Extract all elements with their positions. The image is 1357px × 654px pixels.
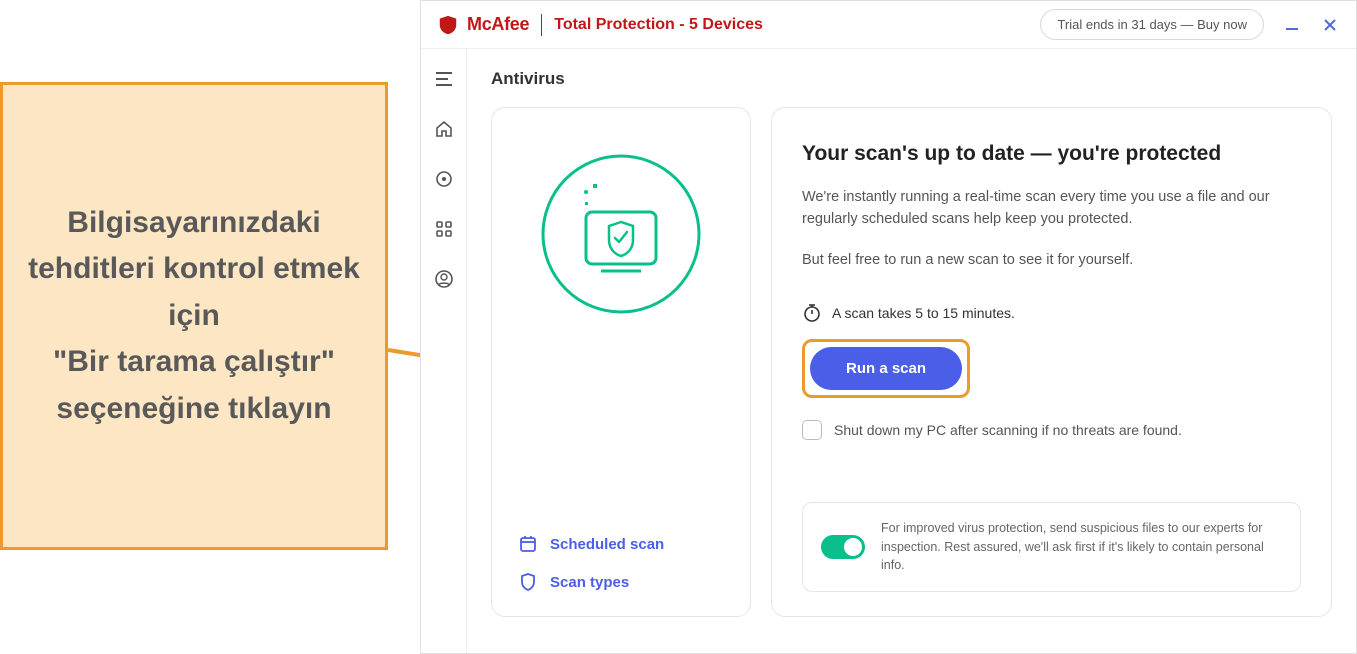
scan-status-heading: Your scan's up to date — you're protecte… [802,142,1301,166]
mcafee-shield-icon [437,14,459,36]
product-name: Total Protection - 5 Devices [554,16,763,34]
scan-types-link[interactable]: Scan types [518,572,730,592]
app-window: McAfee Total Protection - 5 Devices Tria… [420,0,1357,654]
scan-time-text: A scan takes 5 to 15 minutes. [832,305,1015,321]
home-icon[interactable] [430,115,458,143]
protection-illustration [531,144,711,324]
scan-status-para2: But feel free to run a new scan to see i… [802,249,1301,271]
annotation-callout: Bilgisayarınızdaki tehditleri kontrol et… [0,82,388,550]
minimize-button[interactable] [1282,15,1302,35]
page-title: Antivirus [491,69,1332,89]
scan-illustration-card: Scheduled scan Scan types [491,107,751,617]
run-scan-highlight: Run a scan [802,339,970,398]
account-icon[interactable] [430,265,458,293]
run-scan-button[interactable]: Run a scan [810,347,962,390]
callout-text: Bilgisayarınızdaki tehditleri kontrol et… [27,200,361,433]
brand-name: McAfee [467,14,529,35]
main-content: Antivirus [467,49,1356,653]
menu-icon[interactable] [430,65,458,93]
shutdown-checkbox-label: Shut down my PC after scanning if no thr… [834,422,1182,438]
scheduled-scan-label: Scheduled scan [550,536,664,553]
scan-status-card: Your scan's up to date — you're protecte… [771,107,1332,617]
send-files-footer: For improved virus protection, send susp… [802,502,1301,592]
calendar-icon [518,534,538,554]
apps-icon[interactable] [430,215,458,243]
close-button[interactable] [1320,15,1340,35]
trial-status-pill[interactable]: Trial ends in 31 days — Buy now [1040,9,1264,40]
title-bar: McAfee Total Protection - 5 Devices Tria… [421,1,1356,49]
scan-time-note: A scan takes 5 to 15 minutes. [802,303,1301,323]
title-bar-right: Trial ends in 31 days — Buy now [1040,9,1340,40]
stopwatch-icon [802,303,822,323]
shield-icon [518,572,538,592]
shutdown-checkbox-row: Shut down my PC after scanning if no thr… [802,420,1301,440]
scan-icon[interactable] [430,165,458,193]
card-row: Scheduled scan Scan types Your scan's up… [491,107,1332,617]
send-files-toggle[interactable] [821,535,865,559]
window-controls [1282,15,1340,35]
shutdown-checkbox[interactable] [802,420,822,440]
brand-divider [541,14,542,36]
content-area: Antivirus [421,49,1356,653]
scan-status-para1: We're instantly running a real-time scan… [802,186,1301,231]
sidebar [421,49,467,653]
scan-types-label: Scan types [550,574,629,591]
send-files-text: For improved virus protection, send susp… [881,519,1282,575]
scan-links: Scheduled scan Scan types [512,534,730,592]
scheduled-scan-link[interactable]: Scheduled scan [518,534,730,554]
brand: McAfee Total Protection - 5 Devices [437,14,763,36]
